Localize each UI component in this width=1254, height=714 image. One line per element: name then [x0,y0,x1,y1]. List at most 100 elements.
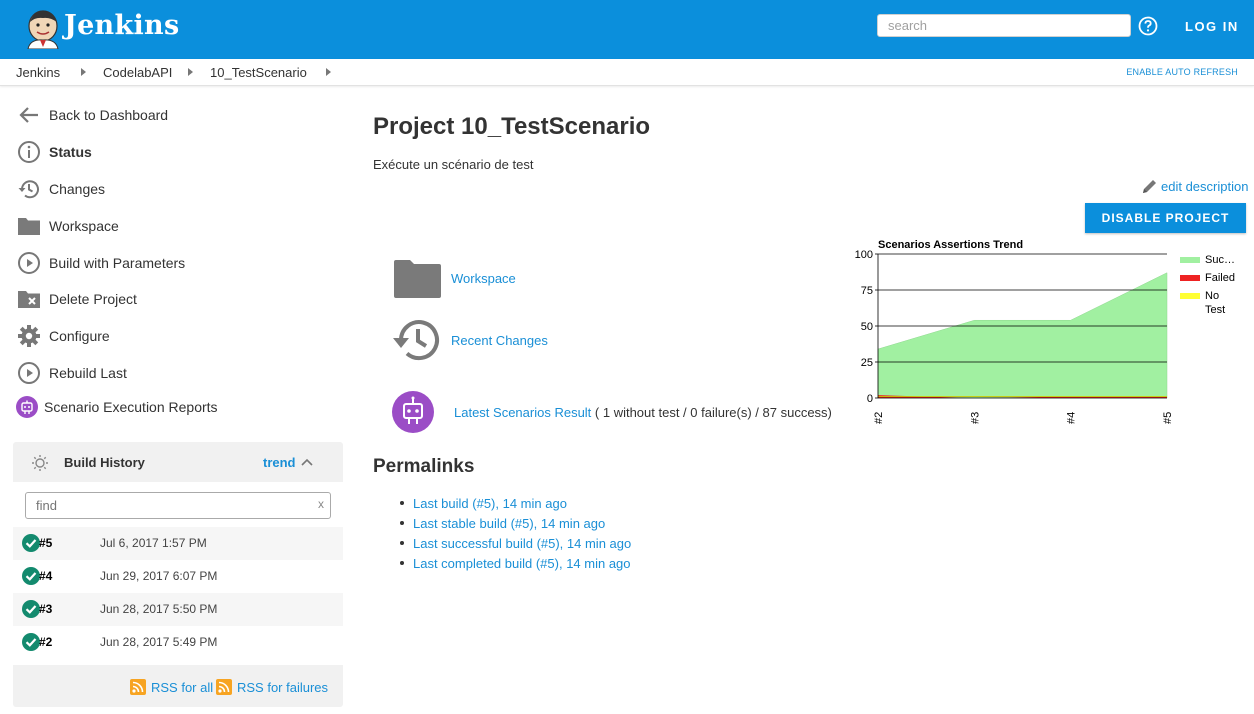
folder-icon [16,213,42,239]
breadcrumb-item-project[interactable]: 10_TestScenario [210,65,307,80]
permalinks-list: Last build (#5), 14 min ago Last stable … [400,493,631,573]
chevron-right-icon[interactable] [188,68,193,76]
sidebar-item-configure[interactable]: Configure [16,322,110,350]
legend-label: Failed [1205,272,1235,284]
recent-changes-link[interactable]: Recent Changes [451,333,548,348]
robot-icon [16,394,38,420]
weather-sunny-icon [32,455,48,471]
sidebar-item-workspace[interactable]: Workspace [16,212,119,240]
chevron-up-icon[interactable] [301,457,313,467]
history-icon[interactable] [390,317,444,363]
jenkins-logo-icon[interactable] [24,9,62,49]
chevron-right-icon[interactable] [81,68,86,76]
x-tick-label: #3 [969,412,981,424]
pencil-icon [1143,180,1156,193]
folder-icon[interactable] [393,259,442,299]
sidebar-item-label: Workspace [49,218,119,234]
robot-icon[interactable] [392,391,434,433]
sidebar-item-scenario-execution-reports[interactable]: Scenario Execution Reports [16,393,218,421]
page-title: Project 10_TestScenario [373,113,651,140]
list-item: Last build (#5), 14 min ago [400,493,631,513]
build-history-header: Build History trend [13,442,343,482]
sidebar-item-label: Delete Project [49,291,137,307]
build-row[interactable]: #3 Jun 28, 2017 5:50 PM [13,593,343,626]
search-input[interactable] [877,14,1131,37]
last-build-link[interactable]: Last build (#5), 14 min ago [413,496,567,511]
build-history-title: Build History [64,455,145,470]
info-icon [16,139,42,165]
y-tick-label: 75 [861,285,873,297]
sidebar-item-label: Changes [49,181,106,197]
last-stable-build-link[interactable]: Last stable build (#5), 14 min ago [413,516,605,531]
sidebar-item-changes[interactable]: Changes [16,175,105,203]
play-circle-icon [16,360,42,386]
build-date[interactable]: Jul 6, 2017 1:57 PM [100,536,207,550]
y-tick-label: 50 [861,321,873,333]
sidebar-item-build-with-parameters[interactable]: Build with Parameters [16,249,185,277]
history-icon [16,176,42,202]
build-history-panel: Build History trend x #5 Jul 6, 2017 1:5… [13,442,343,707]
build-date[interactable]: Jun 28, 2017 5:50 PM [100,602,217,616]
build-row[interactable]: #4 Jun 29, 2017 6:07 PM [13,560,343,593]
y-tick-label: 0 [867,393,873,405]
rss-failures-label: RSS for failures [237,679,329,695]
scenarios-assertions-trend-chart[interactable]: Scenarios Assertions Trend 0 25 50 75 100 #2 #3… [846,234,1246,434]
build-row[interactable]: #5 Jul 6, 2017 1:57 PM [13,527,343,560]
x-tick-label: #4 [1066,412,1078,424]
help-circle-icon[interactable] [1138,16,1158,36]
edit-description-link[interactable]: edit description [1141,177,1248,195]
last-completed-build-link[interactable]: Last completed build (#5), 14 min ago [413,556,631,571]
arrow-left-icon [16,102,42,128]
sidebar-item-back-to-dashboard[interactable]: Back to Dashboard [16,101,168,129]
success-check-icon [22,633,40,651]
chevron-right-icon[interactable] [326,68,331,76]
breadcrumb-item-codelabapi[interactable]: CodelabAPI [103,65,172,80]
rss-all-label: RSS for all [151,679,214,695]
breadcrumb: Jenkins CodelabAPI 10_TestScenario ENABL… [0,59,1254,86]
sidebar-item-rebuild-last[interactable]: Rebuild Last [16,359,127,387]
build-filter-input[interactable] [25,492,331,519]
legend-swatch [1180,257,1200,263]
app-name[interactable]: Jenkins [64,10,179,41]
legend-label: Suc… [1205,254,1235,266]
sidebar-item-label: Build with Parameters [49,255,186,271]
legend-label: No Test [1205,290,1225,316]
build-row[interactable]: #2 Jun 28, 2017 5:49 PM [13,626,343,659]
folder-delete-icon [16,286,42,312]
last-successful-build-link[interactable]: Last successful build (#5), 14 min ago [413,536,631,551]
rss-failures-link[interactable]: RSS for failures [216,679,328,695]
legend-swatch [1180,275,1200,281]
disable-project-button[interactable]: DISABLE PROJECT [1085,203,1246,233]
rss-all-link[interactable]: RSS for all [130,679,213,695]
build-number[interactable]: #4 [39,569,52,583]
success-check-icon [22,567,40,585]
build-number[interactable]: #5 [39,536,52,550]
build-date[interactable]: Jun 28, 2017 5:49 PM [100,635,217,649]
success-check-icon [22,534,40,552]
build-number[interactable]: #3 [39,602,52,616]
login-link[interactable]: LOG IN [1185,19,1239,34]
build-number[interactable]: #2 [39,635,52,649]
latest-scenarios-result: Latest Scenarios Result ( 1 without test… [454,405,832,420]
trend-link[interactable]: trend [263,455,296,470]
gear-icon [16,323,42,349]
sidebar-item-delete-project[interactable]: Delete Project [16,285,137,313]
y-tick-label: 25 [861,357,873,369]
x-tick-label: #2 [873,412,885,424]
clear-filter-button[interactable]: x [318,497,324,511]
rss-icon [130,679,146,695]
build-date[interactable]: Jun 29, 2017 6:07 PM [100,569,217,583]
edit-description-label: edit description [1161,178,1249,194]
latest-scenarios-result-link[interactable]: Latest Scenarios Result [454,405,591,420]
sidebar-item-label: Configure [49,328,110,344]
sidebar-item-status[interactable]: Status [16,138,92,166]
sidebar-item-label: Back to Dashboard [49,107,169,123]
enable-auto-refresh-link[interactable]: ENABLE AUTO REFRESH [1126,67,1238,77]
permalinks-heading: Permalinks [373,456,475,477]
list-item: Last successful build (#5), 14 min ago [400,533,631,553]
breadcrumb-item-jenkins[interactable]: Jenkins [16,65,60,80]
chart-title: Scenarios Assertions Trend [878,239,1023,251]
build-history-list: x #5 Jul 6, 2017 1:57 PM #4 Jun 29, 2017… [13,482,343,665]
sidebar-item-label: Scenario Execution Reports [44,399,218,415]
workspace-link[interactable]: Workspace [451,271,516,286]
